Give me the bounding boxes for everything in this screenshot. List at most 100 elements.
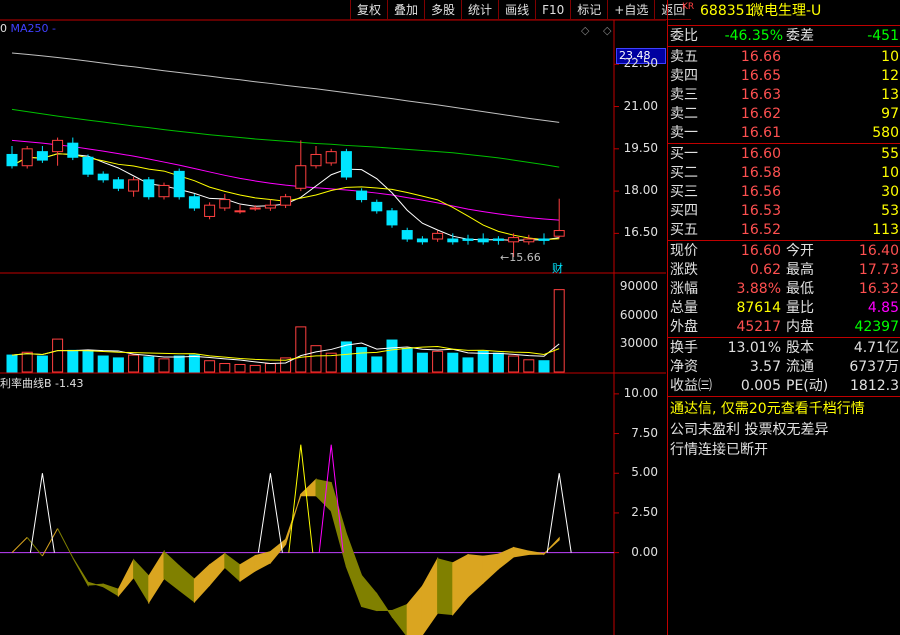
volume-bar <box>416 352 428 373</box>
fund-label: 流通 <box>786 359 814 375</box>
candle-down <box>447 238 459 243</box>
indicator-axis-label: 2.50 <box>631 504 658 519</box>
stat-value: 87614 <box>736 300 781 316</box>
stat-value: 16.60 <box>740 243 781 259</box>
volume-bar <box>553 289 565 373</box>
candle-down <box>112 179 124 189</box>
toolbar-button[interactable]: 复权 <box>350 0 388 20</box>
volume-bar <box>158 358 170 373</box>
candle-down <box>492 238 504 241</box>
indicator-band <box>315 478 332 513</box>
volume-bar <box>173 355 185 373</box>
indicator-axis-label: 7.50 <box>631 425 658 440</box>
stat-value: 17.73 <box>858 262 899 278</box>
financial-report-marker[interactable]: 财 <box>552 260 563 276</box>
ask-volume: 12 <box>881 68 899 84</box>
ask-price: 16.66 <box>740 49 781 65</box>
ask-row: 卖三 16.63 13 <box>668 86 900 105</box>
volume-bar <box>371 356 383 373</box>
candle-up <box>280 196 292 206</box>
bid-row: 买二 16.58 10 <box>668 164 900 183</box>
volume-bar <box>234 363 246 373</box>
fund-value: 6737万 <box>849 359 899 375</box>
stat-value: 3.88% <box>736 281 781 297</box>
indicator-band <box>133 558 150 605</box>
indicator-band <box>224 552 241 583</box>
indicator-band <box>482 553 499 584</box>
toolbar-button[interactable]: 统计 <box>461 0 499 20</box>
bid-price: 16.56 <box>740 184 781 200</box>
diamond-icon[interactable]: ◇ <box>581 24 589 37</box>
candle-up <box>432 232 444 240</box>
stat-label: 量比 <box>786 300 814 316</box>
ma250-label: MA250 <box>10 22 49 35</box>
low-price-marker: ←15.66 <box>500 251 541 264</box>
indicator-band <box>376 592 393 619</box>
kline-chart-pane[interactable]: 0 MA250 - ◇ ◇ 23.48 22.50 21.00 19.50 18.00… <box>0 0 666 635</box>
company-notice: 公司未盈利 投票权无差异 <box>670 422 829 438</box>
bid-row: 买一 16.60 55 <box>668 145 900 164</box>
toolbar-button[interactable]: 画线 <box>498 0 536 20</box>
candle-down <box>173 170 185 198</box>
candle-down <box>36 151 48 161</box>
bid-volume: 55 <box>881 146 899 162</box>
toolbar-button[interactable]: +自选 <box>607 0 655 20</box>
candle-down <box>67 142 79 158</box>
indicator-signal-spike <box>257 473 283 553</box>
volume-bar <box>356 347 368 373</box>
volume-bar <box>492 352 504 373</box>
stat-value: 16.32 <box>858 281 899 297</box>
toolbar-button[interactable]: 标记 <box>570 0 608 20</box>
ask-volume: 580 <box>872 125 899 141</box>
stat-row: 总量 87614 量比 4.85 <box>668 299 900 318</box>
volume-axis-label: 90000 <box>619 279 658 294</box>
volume-bar <box>523 359 535 373</box>
fund-row: 收益㈢ 0.005 PE(动) 1812.3 <box>668 377 900 396</box>
ask-row: 卖二 16.62 97 <box>668 105 900 124</box>
indicator-band <box>11 537 28 553</box>
market-badge: KR <box>682 2 695 12</box>
toolbar-button[interactable]: 多股 <box>424 0 462 20</box>
volume-bar <box>112 357 124 373</box>
volume-bar <box>36 355 48 373</box>
fund-value: 0.005 <box>740 378 781 394</box>
bid-level-label: 买三 <box>670 184 698 200</box>
candle-down <box>538 238 550 241</box>
candle-down <box>82 156 94 175</box>
indicator-band <box>330 482 347 567</box>
indicator-band <box>102 583 119 597</box>
indicator-band <box>406 584 423 635</box>
stat-value: 45217 <box>736 319 781 335</box>
ask-volume: 10 <box>881 49 899 65</box>
promo-message[interactable]: 通达信, 仅需20元查看千档行情 <box>670 398 865 418</box>
volume-bar <box>82 350 94 373</box>
bid-row: 买四 16.53 53 <box>668 202 900 221</box>
volume-bar <box>462 357 474 373</box>
toolbar-button[interactable]: F10 <box>535 0 571 20</box>
candle-down <box>97 173 109 181</box>
fund-label: 净资 <box>670 359 698 375</box>
candle-down <box>188 196 200 209</box>
kline-chart-svg[interactable] <box>0 0 666 635</box>
ask-level-label: 卖二 <box>670 106 698 122</box>
bid-level-label: 买五 <box>670 222 698 238</box>
volume-bar <box>264 363 276 373</box>
candle-down <box>477 238 489 243</box>
candle-up <box>234 210 246 213</box>
candle-down <box>6 153 18 167</box>
candle-up <box>204 204 216 217</box>
weibi-label: 委比 <box>670 28 698 44</box>
quote-panel: KR 688351 微电生理-U 委比 -46.35% 委差 -451 卖五 16… <box>667 0 900 635</box>
settings-dot-icon[interactable]: ◇ <box>603 24 611 37</box>
fund-value: 4.71亿 <box>853 340 899 356</box>
candle-up <box>52 139 64 153</box>
stat-value: 4.85 <box>867 300 899 316</box>
low-price-value: 15.66 <box>509 251 541 264</box>
indicator-signal-spike <box>288 444 314 553</box>
weicha-value: -451 <box>867 28 899 44</box>
toolbar-button[interactable]: 叠加 <box>387 0 425 20</box>
stat-label: 涨跌 <box>670 262 698 278</box>
candle-up <box>21 148 33 167</box>
indicator-name: 利率曲线B -1.43 <box>0 377 84 390</box>
candle-down <box>462 238 474 241</box>
